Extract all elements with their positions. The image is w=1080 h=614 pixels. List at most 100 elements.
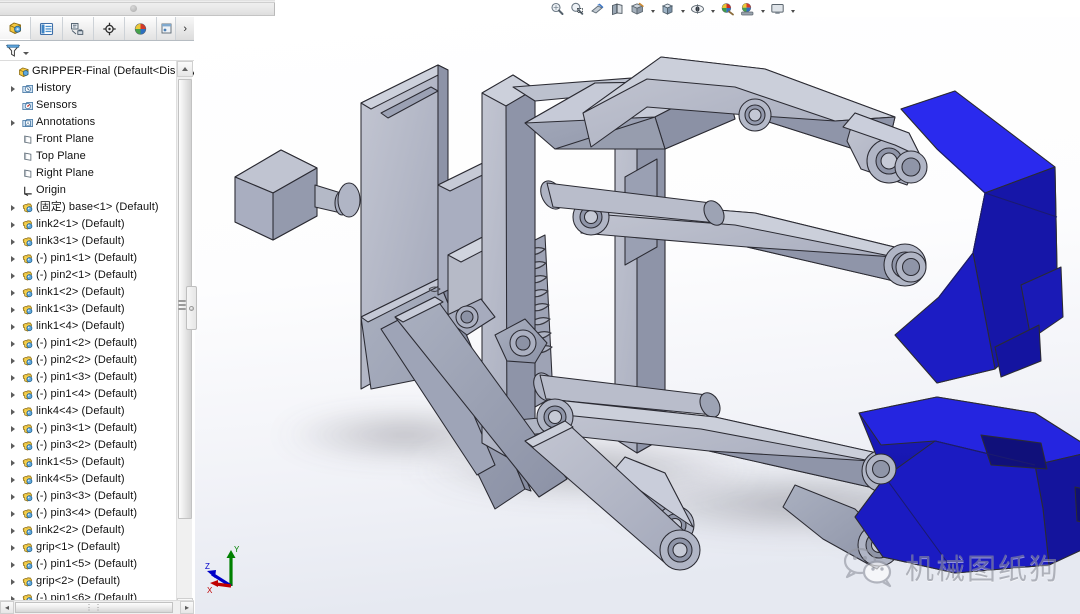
tree-item[interactable]: Origin bbox=[0, 182, 176, 199]
tree-item[interactable]: (-) pin1<3> (Default) bbox=[0, 369, 176, 386]
expand-arrow-icon[interactable] bbox=[6, 561, 19, 568]
expand-arrow-icon[interactable] bbox=[6, 340, 19, 347]
expand-arrow-icon[interactable] bbox=[6, 425, 19, 432]
expand-arrow-icon[interactable] bbox=[6, 357, 19, 364]
horizontal-scroll-thumb[interactable]: ⋮⋮ bbox=[15, 602, 173, 613]
expand-arrow-icon[interactable] bbox=[6, 272, 19, 279]
tree-item-label: link1<3> (Default) bbox=[36, 303, 125, 315]
apply-scene-button[interactable] bbox=[738, 1, 757, 17]
expand-arrow-icon[interactable] bbox=[6, 527, 19, 534]
expand-arrow-icon[interactable] bbox=[6, 578, 19, 585]
tree-item[interactable]: link3<1> (Default) bbox=[0, 233, 176, 250]
tab-feature-manager-design-tree[interactable] bbox=[0, 17, 32, 40]
expand-arrow-icon[interactable] bbox=[6, 221, 19, 228]
tree-item[interactable]: Top Plane bbox=[0, 148, 176, 165]
tree-item-label: (-) pin3<1> (Default) bbox=[36, 422, 138, 434]
view-orientation-caret-icon[interactable] bbox=[648, 1, 657, 17]
tree-item[interactable]: Right Plane bbox=[0, 165, 176, 182]
expand-arrow-icon[interactable] bbox=[6, 442, 19, 449]
tab-display-manager[interactable] bbox=[125, 17, 157, 40]
tree-item[interactable]: (-) pin2<1> (Default) bbox=[0, 267, 176, 284]
tree-item[interactable]: (-) pin2<2> (Default) bbox=[0, 352, 176, 369]
expand-arrow-icon[interactable] bbox=[6, 374, 19, 381]
display-style-caret-icon[interactable] bbox=[678, 1, 687, 17]
tree-item[interactable]: link2<2> (Default) bbox=[0, 522, 176, 539]
tree-item[interactable]: grip<2> (Default) bbox=[0, 573, 176, 590]
tab-extra[interactable] bbox=[156, 17, 177, 40]
component-icon bbox=[19, 558, 36, 572]
feature-tree-filter-bar[interactable] bbox=[0, 41, 194, 61]
tree-item[interactable]: link4<4> (Default) bbox=[0, 403, 176, 420]
tree-item[interactable]: link2<1> (Default) bbox=[0, 216, 176, 233]
tree-item[interactable]: link1<2> (Default) bbox=[0, 284, 176, 301]
tree-item[interactable]: (固定) base<1> (Default) bbox=[0, 199, 176, 216]
filter-funnel-icon[interactable] bbox=[5, 43, 21, 58]
tree-item[interactable]: (-) pin3<1> (Default) bbox=[0, 420, 176, 437]
tree-item[interactable]: grip<1> (Default) bbox=[0, 539, 176, 556]
tree-item[interactable]: Front Plane bbox=[0, 131, 176, 148]
tree-item[interactable]: (-) pin1<1> (Default) bbox=[0, 250, 176, 267]
zoom-to-area-button[interactable] bbox=[568, 1, 587, 17]
tree-item[interactable]: History bbox=[0, 80, 176, 97]
tree-item[interactable]: (-) pin3<3> (Default) bbox=[0, 488, 176, 505]
component-icon bbox=[19, 303, 36, 317]
feature-tree-vertical-scrollbar[interactable] bbox=[176, 61, 193, 614]
expand-arrow-icon[interactable] bbox=[6, 323, 19, 330]
component-icon bbox=[22, 202, 32, 213]
tree-item[interactable]: link4<5> (Default) bbox=[0, 471, 176, 488]
tabs-next-arrow[interactable]: › bbox=[176, 17, 194, 40]
tree-item-label: grip<2> (Default) bbox=[36, 575, 121, 587]
view-orientation-button[interactable] bbox=[628, 1, 647, 17]
tab-configuration-manager[interactable] bbox=[62, 17, 95, 40]
expand-arrow-icon[interactable] bbox=[6, 119, 19, 126]
apply-scene-caret-icon[interactable] bbox=[758, 1, 767, 17]
expand-arrow-icon[interactable] bbox=[6, 391, 19, 398]
previous-view-button[interactable] bbox=[588, 1, 607, 17]
component-icon bbox=[22, 338, 32, 349]
expand-arrow-icon[interactable] bbox=[6, 289, 19, 296]
expand-arrow-icon[interactable] bbox=[6, 238, 19, 245]
tree-item[interactable]: (-) pin1<4> (Default) bbox=[0, 386, 176, 403]
expand-arrow-icon[interactable] bbox=[6, 476, 19, 483]
tree-item[interactable]: GRIPPER-Final (Default<Display S bbox=[0, 63, 194, 80]
feature-tree-horizontal-scrollbar[interactable]: ◂ ⋮⋮ ▸ bbox=[0, 600, 194, 614]
feature-tree-scroll-area[interactable]: GRIPPER-Final (Default<Display S History… bbox=[0, 61, 194, 614]
expand-arrow-icon[interactable] bbox=[6, 544, 19, 551]
tree-item[interactable]: link1<4> (Default) bbox=[0, 318, 176, 335]
expand-arrow-icon[interactable] bbox=[6, 255, 19, 262]
zoom-to-fit-button[interactable] bbox=[548, 1, 567, 17]
component-icon bbox=[19, 524, 36, 538]
tab-dimxpert-manager[interactable] bbox=[94, 17, 126, 40]
hide-show-items-button[interactable] bbox=[688, 1, 707, 17]
hide-show-caret-icon[interactable] bbox=[708, 1, 717, 17]
history-icon bbox=[21, 84, 33, 93]
tab-property-manager[interactable] bbox=[31, 17, 63, 40]
tree-item[interactable]: link1<5> (Default) bbox=[0, 454, 176, 471]
scroll-left-button[interactable]: ◂ bbox=[0, 601, 14, 614]
tree-item[interactable]: (-) pin1<5> (Default) bbox=[0, 556, 176, 573]
graphics-viewport[interactable]: Y Z X 机械图纸狗 bbox=[195, 17, 1080, 614]
tree-item[interactable]: link1<3> (Default) bbox=[0, 301, 176, 318]
expand-arrow-icon[interactable] bbox=[6, 204, 19, 211]
viewport-caret-icon[interactable] bbox=[788, 1, 797, 17]
tree-item[interactable]: (-) pin3<2> (Default) bbox=[0, 437, 176, 454]
edit-appearance-button[interactable] bbox=[718, 1, 737, 17]
tree-item[interactable]: (-) pin3<4> (Default) bbox=[0, 505, 176, 522]
filter-caret-icon[interactable] bbox=[23, 51, 29, 55]
display-style-button[interactable] bbox=[658, 1, 677, 17]
tree-item[interactable]: A Annotations bbox=[0, 114, 176, 131]
expand-arrow-icon[interactable] bbox=[6, 510, 19, 517]
expand-arrow-icon[interactable] bbox=[6, 408, 19, 415]
panel-splitter-handle[interactable] bbox=[186, 286, 197, 330]
expand-arrow-icon[interactable] bbox=[6, 493, 19, 500]
expand-arrow-icon[interactable] bbox=[6, 85, 19, 92]
pin-toolbar-icon[interactable] bbox=[130, 5, 137, 12]
expand-arrow-icon[interactable] bbox=[6, 459, 19, 466]
scroll-up-button[interactable] bbox=[177, 61, 193, 77]
section-view-button[interactable] bbox=[608, 1, 627, 17]
expand-arrow-icon[interactable] bbox=[6, 306, 19, 313]
tree-item[interactable]: (-) pin1<2> (Default) bbox=[0, 335, 176, 352]
viewport-button[interactable] bbox=[768, 1, 787, 17]
tree-item[interactable]: Sensors bbox=[0, 97, 176, 114]
scroll-right-button[interactable]: ▸ bbox=[180, 601, 194, 614]
